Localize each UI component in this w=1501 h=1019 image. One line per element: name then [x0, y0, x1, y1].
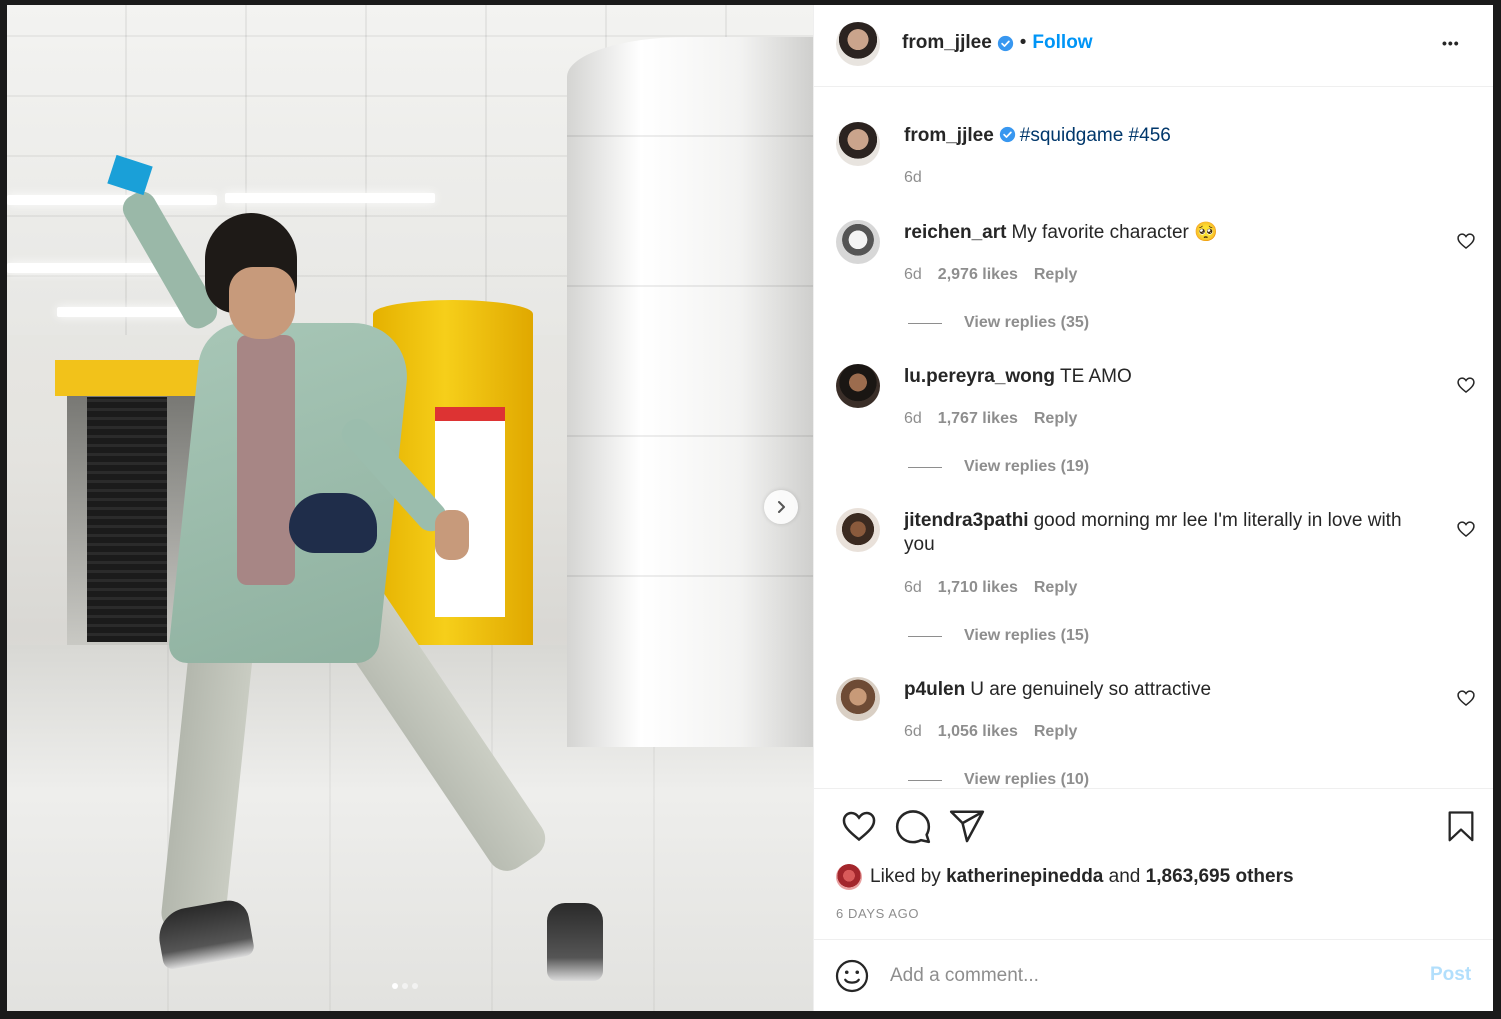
- person-hat: [289, 493, 377, 553]
- post-comment-button[interactable]: Post: [1430, 964, 1471, 986]
- view-replies-label: View replies (19): [964, 458, 1090, 475]
- liker-avatar[interactable]: [836, 864, 862, 890]
- comment-avatar[interactable]: [836, 220, 880, 264]
- add-comment-input[interactable]: [890, 960, 1410, 992]
- more-options-icon[interactable]: •••: [1442, 35, 1460, 51]
- likes-conj: and: [1108, 866, 1141, 887]
- view-replies-button[interactable]: View replies (35): [908, 314, 1089, 332]
- caption-meta: 6d: [904, 169, 922, 187]
- comment-like-icon[interactable]: [1456, 688, 1476, 708]
- comment-meta: 6d 2,976 likes Reply: [904, 266, 1077, 284]
- comment-username[interactable]: jitendra3pathi: [904, 510, 1029, 531]
- comment-likes[interactable]: 1,710 likes: [938, 579, 1018, 597]
- carousel-dot: [392, 983, 398, 989]
- replies-divider: [908, 779, 942, 781]
- verified-badge-icon: [997, 35, 1013, 51]
- view-replies-label: View replies (35): [964, 314, 1090, 331]
- separator-dot: •: [1019, 32, 1027, 53]
- comment-avatar[interactable]: [836, 677, 880, 721]
- view-replies-button[interactable]: View replies (15): [908, 627, 1089, 645]
- person-shirt: [237, 335, 295, 585]
- comment-text: lu.pereyra_wong TE AMO: [904, 365, 1434, 389]
- person-face: [229, 267, 295, 339]
- comment-reply-button[interactable]: Reply: [1034, 266, 1078, 284]
- comment-likes[interactable]: 2,976 likes: [938, 266, 1018, 284]
- caption-text: from_jjlee #squidgame #456: [904, 124, 1434, 148]
- person-hand: [435, 510, 469, 560]
- comment-meta: 6d 1,056 likes Reply: [904, 723, 1077, 741]
- comment-username[interactable]: reichen_art: [904, 222, 1006, 243]
- comment-reply-button[interactable]: Reply: [1034, 410, 1078, 428]
- author-avatar[interactable]: [836, 22, 880, 66]
- author-username[interactable]: from_jjlee: [902, 32, 992, 54]
- follow-button[interactable]: Follow: [1032, 32, 1092, 54]
- post-header: from_jjlee • Follow •••: [814, 5, 1493, 87]
- comment-text: jitendra3pathi good morning mr lee I'm li…: [904, 509, 1434, 557]
- post-timestamp[interactable]: 6 DAYS AGO: [836, 906, 919, 921]
- comment-time[interactable]: 6d: [904, 410, 922, 428]
- comment-body: U are genuinely so attractive: [970, 679, 1212, 700]
- view-replies-label: View replies (15): [964, 627, 1090, 644]
- view-replies-label: View replies (10): [964, 771, 1090, 788]
- comment-like-icon[interactable]: [1456, 231, 1476, 251]
- replies-divider: [908, 635, 942, 637]
- post-photo[interactable]: [7, 5, 813, 1011]
- comment-text: p4ulen U are genuinely so attractive: [904, 678, 1434, 702]
- comment-body: TE AMO: [1060, 366, 1132, 387]
- person-leg: [159, 632, 255, 938]
- comment-reply-button[interactable]: Reply: [1034, 579, 1078, 597]
- likes-summary: Liked by katherinepinedda and 1,863,695 …: [836, 864, 1294, 890]
- comment-time[interactable]: 6d: [904, 723, 922, 741]
- bookmark-icon[interactable]: [1444, 807, 1478, 845]
- comment-meta: 6d 1,767 likes Reply: [904, 410, 1077, 428]
- heart-icon[interactable]: [840, 807, 878, 845]
- comment-body: My favorite character 🥺: [1011, 222, 1218, 243]
- comment-avatar[interactable]: [836, 364, 880, 408]
- replies-divider: [908, 322, 942, 324]
- carousel-dots: [392, 983, 418, 989]
- author-line: from_jjlee • Follow: [902, 32, 1093, 54]
- post-actions: Liked by katherinepinedda and 1,863,695 …: [814, 788, 1493, 938]
- replies-divider: [908, 466, 942, 468]
- comment-time[interactable]: 6d: [904, 579, 922, 597]
- comment-like-icon[interactable]: [1456, 519, 1476, 539]
- likes-prefix: Liked by: [870, 866, 941, 887]
- person-card: [107, 154, 153, 196]
- person-shoe: [547, 903, 603, 981]
- likes-others-link[interactable]: 1,863,695 others: [1146, 866, 1294, 888]
- share-icon[interactable]: [948, 807, 986, 845]
- comment-likes[interactable]: 1,056 likes: [938, 723, 1018, 741]
- carousel-dot: [412, 983, 418, 989]
- comment-likes[interactable]: 1,767 likes: [938, 410, 1018, 428]
- liker-username[interactable]: katherinepinedda: [946, 866, 1103, 888]
- add-comment-bar: Post: [814, 939, 1493, 1011]
- caption-username[interactable]: from_jjlee: [904, 125, 994, 146]
- caption-avatar[interactable]: [836, 122, 880, 166]
- photo-person: [7, 5, 813, 1011]
- post-modal: from_jjlee • Follow ••• from_jjlee #squid…: [7, 5, 1493, 1011]
- comment-text: reichen_art My favorite character 🥺: [904, 221, 1434, 245]
- comment-icon[interactable]: [894, 807, 932, 845]
- comment-time[interactable]: 6d: [904, 266, 922, 284]
- post-side-panel: from_jjlee • Follow ••• from_jjlee #squid…: [813, 5, 1493, 1011]
- view-replies-button[interactable]: View replies (19): [908, 458, 1089, 476]
- carousel-dot: [402, 983, 408, 989]
- comment-like-icon[interactable]: [1456, 375, 1476, 395]
- next-photo-button[interactable]: [764, 490, 798, 524]
- comment-username[interactable]: lu.pereyra_wong: [904, 366, 1055, 387]
- verified-badge-icon: [999, 126, 1015, 143]
- comment-meta: 6d 1,710 likes Reply: [904, 579, 1077, 597]
- view-replies-button[interactable]: View replies (10): [908, 771, 1089, 788]
- comment-avatar[interactable]: [836, 508, 880, 552]
- emoji-icon[interactable]: [834, 958, 870, 994]
- caption-hashtags[interactable]: #squidgame #456: [1020, 125, 1171, 146]
- caption-time[interactable]: 6d: [904, 169, 922, 187]
- comment-reply-button[interactable]: Reply: [1034, 723, 1078, 741]
- comments-list[interactable]: from_jjlee #squidgame #456 6d reichen_art…: [814, 88, 1493, 788]
- next-arrow-icon: [778, 501, 785, 513]
- comment-username[interactable]: p4ulen: [904, 679, 965, 700]
